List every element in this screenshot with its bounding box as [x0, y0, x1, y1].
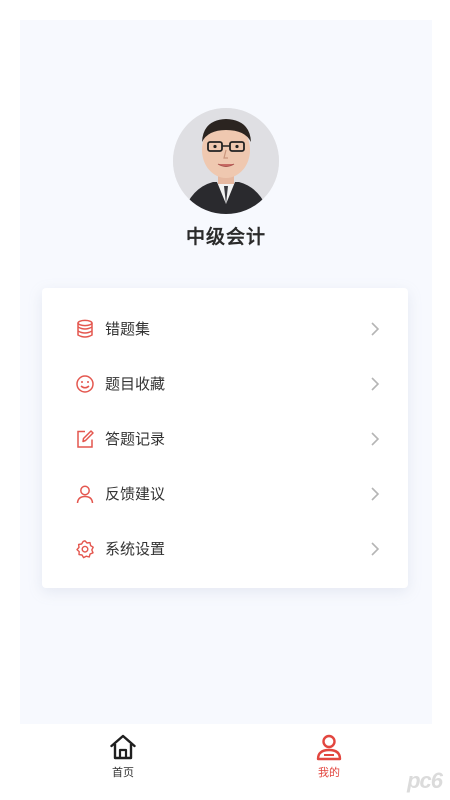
- menu-item-label: 答题记录: [105, 430, 166, 448]
- chevron-right-icon: [371, 321, 380, 336]
- bottom-tab-bar: 首页 我的: [20, 724, 432, 782]
- menu-item-wrong-questions[interactable]: 错题集: [42, 301, 408, 356]
- gear-icon: [76, 539, 94, 558]
- menu-item-feedback[interactable]: 反馈建议: [42, 466, 408, 521]
- user-icon: [76, 485, 94, 503]
- app-screen: 中级会计 错题集 题目收藏 答题记录 反馈建议 系统设置 首页 我的: [20, 20, 432, 782]
- menu-item-label: 反馈建议: [105, 485, 166, 503]
- profile-section: 中级会计: [20, 108, 432, 249]
- tab-home-label: 首页: [112, 766, 134, 779]
- tab-mine-label: 我的: [318, 766, 340, 779]
- chevron-right-icon: [371, 431, 380, 446]
- chevron-right-icon: [371, 376, 380, 391]
- tab-mine[interactable]: 我的: [226, 724, 432, 782]
- profile-name: 中级会计: [185, 226, 266, 248]
- menu-card: 错题集 题目收藏 答题记录 反馈建议 系统设置: [42, 288, 408, 588]
- chevron-right-icon: [371, 541, 380, 556]
- home-icon: [110, 734, 136, 760]
- chevron-right-icon: [371, 486, 380, 501]
- menu-item-settings[interactable]: 系统设置: [42, 521, 408, 576]
- database-icon: [77, 319, 93, 338]
- tab-home[interactable]: 首页: [20, 724, 226, 782]
- avatar[interactable]: [173, 108, 279, 214]
- user-icon: [316, 734, 342, 761]
- menu-item-label: 系统设置: [105, 540, 166, 558]
- watermark-logo: pc6: [407, 768, 443, 793]
- menu-item-label: 错题集: [105, 320, 151, 338]
- edit-icon: [77, 429, 94, 448]
- menu-item-favorites[interactable]: 题目收藏: [42, 356, 408, 411]
- menu-item-answer-records[interactable]: 答题记录: [42, 411, 408, 466]
- smile-icon: [76, 374, 94, 393]
- menu-item-label: 题目收藏: [105, 375, 166, 393]
